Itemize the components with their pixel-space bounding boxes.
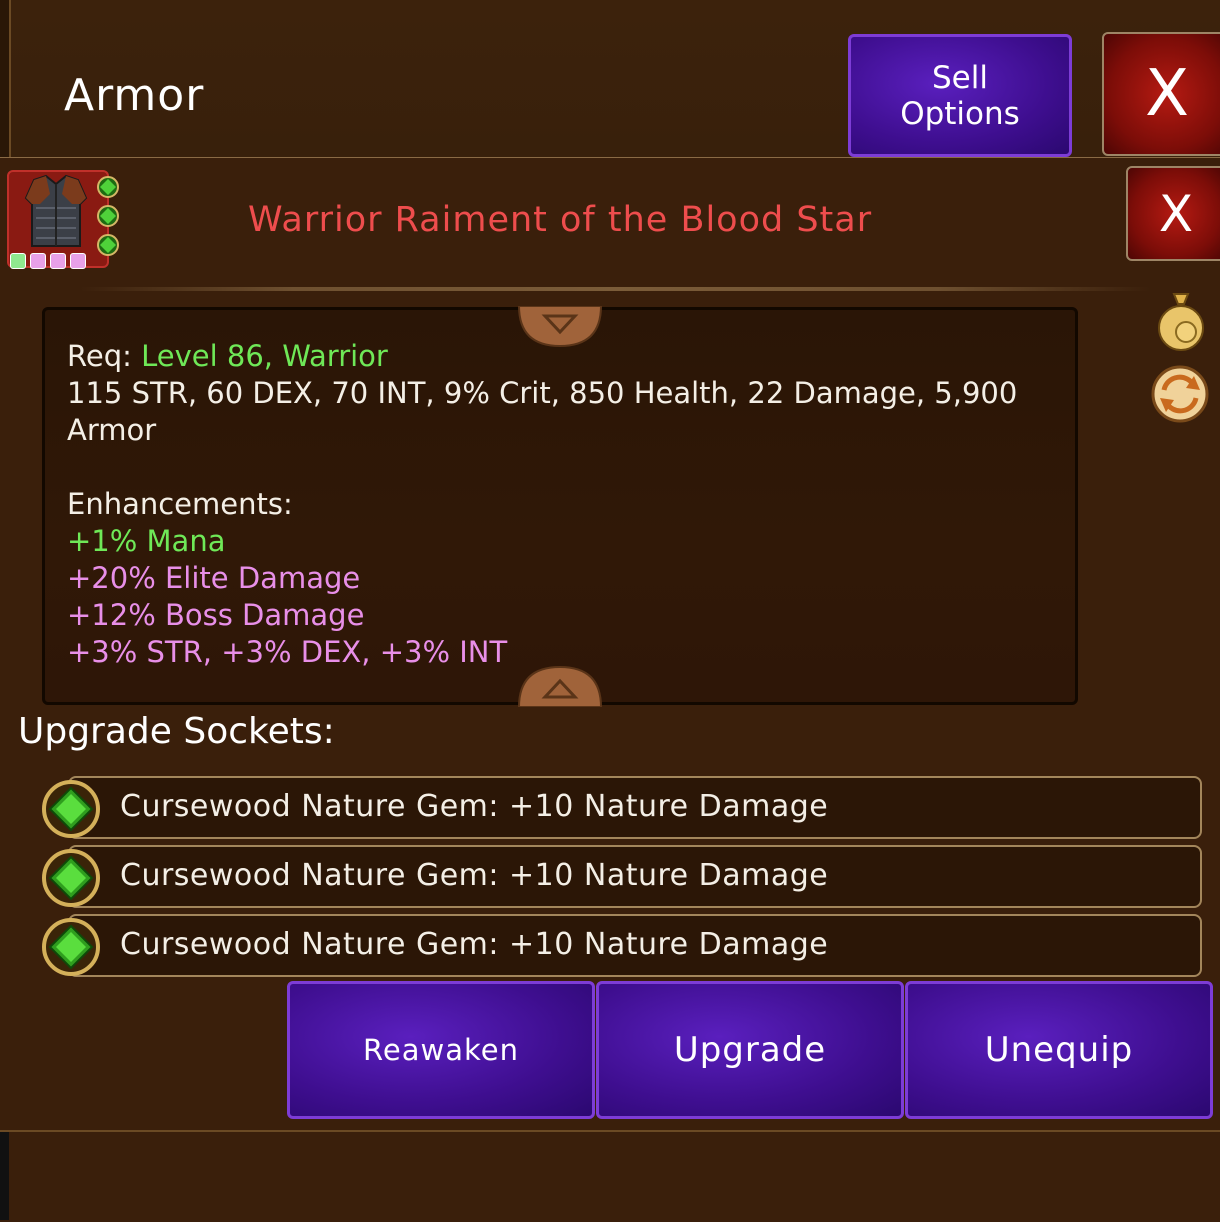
socket-label: Cursewood Nature Gem: +10 Nature Damage — [120, 789, 829, 824]
scroll-down-arrow-icon[interactable] — [517, 665, 603, 707]
enhancement-dot — [70, 253, 86, 269]
req-class: Warrior — [282, 339, 388, 373]
sell-options-label-line1: Sell — [932, 59, 988, 96]
close-item-button[interactable]: X — [1126, 166, 1220, 261]
sell-options-button[interactable]: Sell Options — [848, 34, 1072, 157]
stats-line: 115 STR, 60 DEX, 70 INT, 9% Crit, 850 He… — [67, 376, 1018, 410]
left-edge — [0, 0, 11, 157]
upgrade-button[interactable]: Upgrade — [596, 981, 904, 1119]
gold-bag-icon[interactable] — [1156, 290, 1206, 352]
sockets-title: Upgrade Sockets: — [18, 711, 335, 752]
req-level: Level 86, — [141, 339, 273, 373]
socket-label: Cursewood Nature Gem: +10 Nature Damage — [120, 927, 829, 962]
nature-gem-icon — [42, 780, 100, 838]
socket-gem-icon — [97, 234, 119, 256]
socket-gem-icon — [97, 176, 119, 198]
enhancements-title: Enhancements: — [67, 487, 293, 521]
page-title: Armor — [64, 70, 205, 121]
socket-label: Cursewood Nature Gem: +10 Nature Damage — [120, 858, 829, 893]
reawaken-button[interactable]: Reawaken — [287, 981, 595, 1119]
item-name: Warrior Raiment of the Blood Star — [248, 200, 873, 240]
unequip-button[interactable]: Unequip — [905, 981, 1213, 1119]
enhancement-dot — [50, 253, 66, 269]
nature-gem-icon — [42, 849, 100, 907]
close-icon: X — [1158, 184, 1194, 243]
stats-line: Armor — [67, 413, 157, 447]
left-edge — [0, 1132, 9, 1220]
nature-gem-icon — [42, 918, 100, 976]
enhancement-line: +1% Mana — [67, 524, 226, 558]
enhancement-dots — [10, 253, 86, 269]
enhancement-line: +20% Elite Damage — [67, 561, 361, 595]
close-button[interactable]: X — [1102, 32, 1220, 156]
enhancement-line: +3% STR, +3% DEX, +3% INT — [67, 635, 508, 669]
requirements-line: Req: Level 86, Warrior — [67, 338, 1047, 375]
enhancement-dot — [30, 253, 46, 269]
req-prefix: Req: — [67, 339, 132, 373]
enhancement-dot — [10, 253, 26, 269]
close-icon: X — [1145, 57, 1189, 131]
socket-gem-icon — [97, 205, 119, 227]
divider — [80, 287, 1150, 291]
swap-icon[interactable] — [1150, 364, 1210, 424]
enhancement-line: +12% Boss Damage — [67, 598, 365, 632]
armor-vest-icon — [24, 174, 88, 247]
sell-options-label-line2: Options — [900, 95, 1020, 132]
item-description: Req: Level 86, Warrior 115 STR, 60 DEX, … — [67, 338, 1047, 671]
bottom-bar — [0, 1130, 1220, 1222]
